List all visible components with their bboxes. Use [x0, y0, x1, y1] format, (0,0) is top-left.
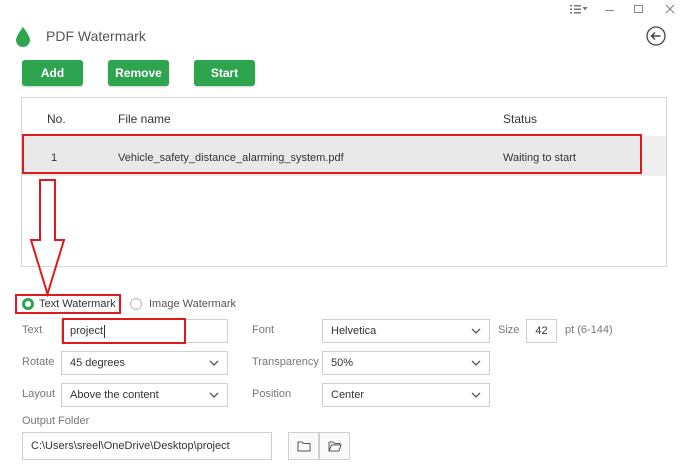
- minimize-icon[interactable]: [598, 0, 622, 18]
- app-title: PDF Watermark: [46, 28, 146, 44]
- size-input[interactable]: 42: [526, 319, 557, 343]
- start-button[interactable]: Start: [194, 60, 255, 86]
- transparency-label: Transparency: [252, 356, 319, 368]
- column-header-status[interactable]: Status: [503, 112, 537, 126]
- image-watermark-radio[interactable]: Image Watermark: [130, 298, 236, 310]
- open-folder-button[interactable]: [319, 432, 350, 460]
- chevron-down-icon: [209, 360, 219, 366]
- scrollbar[interactable]: [642, 136, 666, 176]
- layout-select-value: Above the content: [70, 389, 159, 401]
- position-select[interactable]: Center: [322, 383, 490, 407]
- font-select-value: Helvetica: [331, 325, 377, 337]
- text-watermark-radio[interactable]: Text Watermark: [22, 298, 116, 310]
- annotation-highlight-text-input: [62, 318, 186, 344]
- app-logo-icon: [14, 26, 32, 48]
- back-icon[interactable]: [645, 25, 667, 47]
- chevron-down-icon: [471, 392, 481, 398]
- rotate-select-value: 45 degrees: [70, 357, 126, 369]
- image-watermark-label: Image Watermark: [149, 298, 237, 310]
- column-header-file-name[interactable]: File name: [118, 112, 171, 126]
- chevron-down-icon: [209, 392, 219, 398]
- folder-icon: [297, 441, 310, 452]
- folder-open-icon: [328, 441, 342, 452]
- output-folder-label: Output Folder: [22, 415, 90, 427]
- rotate-select[interactable]: 45 degrees: [61, 351, 228, 375]
- size-range-hint: pt (6-144): [565, 324, 613, 336]
- chevron-down-icon: [471, 360, 481, 366]
- chevron-down-icon: [471, 328, 481, 334]
- radio-unselected-icon: [130, 298, 142, 310]
- close-icon[interactable]: [658, 0, 682, 18]
- output-folder-input[interactable]: C:\Users\sreel\OneDrive\Desktop\project: [22, 432, 272, 460]
- layout-select[interactable]: Above the content: [61, 383, 228, 407]
- size-label: Size: [498, 324, 520, 336]
- transparency-select[interactable]: 50%: [322, 351, 490, 375]
- text-watermark-label: Text Watermark: [39, 298, 116, 310]
- font-select[interactable]: Helvetica: [322, 319, 490, 343]
- browse-folder-button[interactable]: [288, 432, 319, 460]
- font-label: Font: [252, 324, 275, 336]
- annotation-highlight-row: [22, 134, 642, 174]
- annotation-arrow-icon: [29, 179, 66, 298]
- remove-button[interactable]: Remove: [108, 60, 169, 86]
- add-button[interactable]: Add: [22, 60, 83, 86]
- menu-icon[interactable]: [566, 0, 592, 18]
- rotate-label: Rotate: [22, 356, 55, 368]
- text-label: Text: [22, 324, 43, 336]
- maximize-icon[interactable]: [627, 0, 651, 18]
- file-table: No. File name Status 1 Vehicle_safety_di…: [21, 97, 667, 267]
- position-label: Position: [252, 388, 292, 400]
- layout-label: Layout: [22, 388, 56, 400]
- position-select-value: Center: [331, 389, 365, 401]
- radio-selected-icon: [22, 298, 34, 310]
- transparency-select-value: 50%: [331, 357, 354, 369]
- column-header-no[interactable]: No.: [47, 112, 66, 126]
